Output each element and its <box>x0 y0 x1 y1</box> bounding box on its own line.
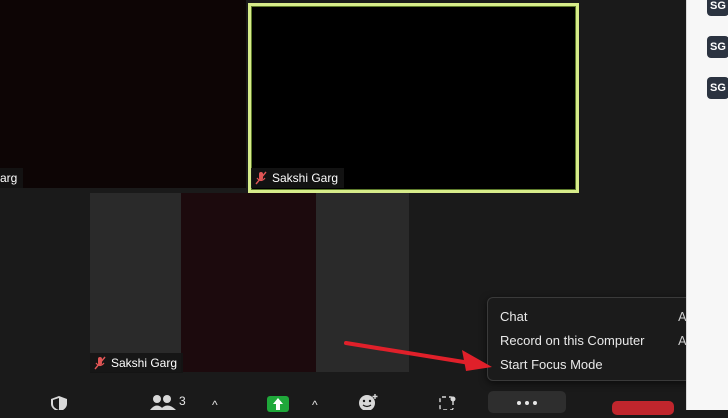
muted-mic-icon <box>255 171 267 185</box>
video-tile-top-left[interactable] <box>0 0 246 188</box>
participant-avatar[interactable]: SG <box>707 0 728 16</box>
video-feed-bottom <box>181 193 316 372</box>
reactions-icon[interactable] <box>357 393 379 410</box>
participant-name: Sakshi Garg <box>111 356 178 370</box>
menu-item-start-focus-mode[interactable]: Start Focus Mode <box>500 354 709 376</box>
menu-item-label: Start Focus Mode <box>500 357 603 372</box>
menu-item-chat[interactable]: Chat Alt+H <box>500 306 709 328</box>
security-shield-icon[interactable] <box>50 396 68 410</box>
menu-item-label: Chat <box>500 309 528 324</box>
participant-name: arg <box>0 171 18 185</box>
apps-icon[interactable] <box>439 396 457 410</box>
menu-item-label: Record on this Computer <box>500 333 645 348</box>
participant-name-tag: arg <box>0 168 24 188</box>
video-tile-active-speaker[interactable] <box>248 3 579 193</box>
menu-item-record[interactable]: Record on this Computer Alt+R <box>500 330 709 352</box>
end-meeting-button[interactable] <box>612 401 674 415</box>
participant-avatar[interactable]: SG <box>707 36 728 58</box>
participant-name-tag: Sakshi Garg <box>251 168 345 188</box>
muted-mic-icon <box>94 356 106 370</box>
participant-name-tag: Sakshi Garg <box>90 353 184 373</box>
participants-panel <box>686 0 728 410</box>
participant-avatar[interactable]: SG <box>707 77 728 99</box>
participants-icon[interactable] <box>150 394 178 410</box>
annotation-arrow <box>344 341 492 371</box>
meeting-stage: arg Sakshi Garg Sakshi Garg 3 ^ ^ Chat R… <box>0 0 720 415</box>
participants-count: 3 <box>179 394 186 408</box>
participant-name: Sakshi Garg <box>272 171 339 185</box>
